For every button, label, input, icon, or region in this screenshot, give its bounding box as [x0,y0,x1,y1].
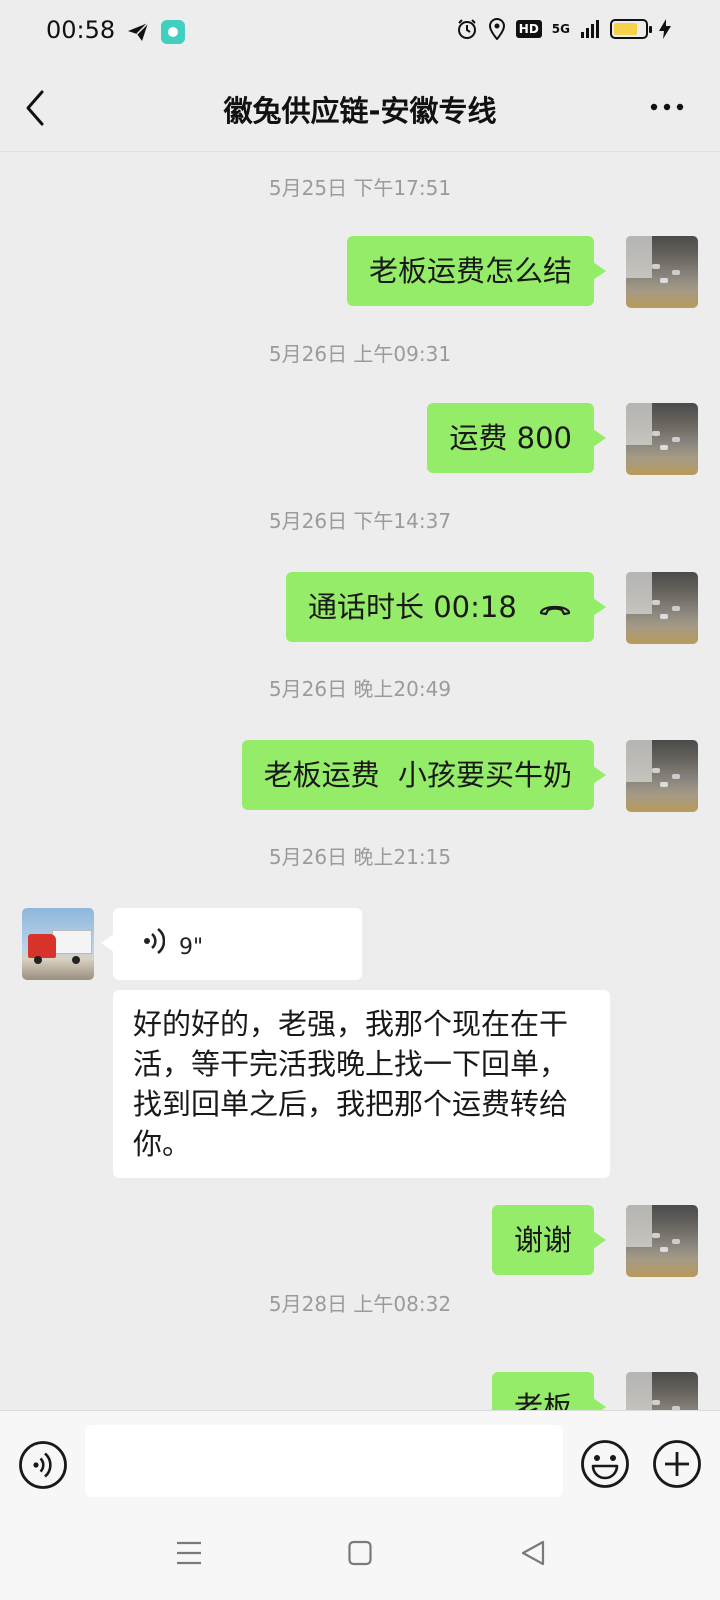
timestamp: 5月26日 上午09:31 [268,342,452,366]
transcript-bubble[interactable]: 好的好的，老强，我那个现在在干活，等干完活我晚上找一下回单，找到回单之后，我把那… [113,990,610,1178]
avatar-self[interactable] [626,1205,698,1277]
back-icon[interactable] [520,1540,546,1566]
status-time: 00:58 [46,16,116,44]
timestamp: 5月26日 下午14:37 [268,509,452,533]
truck-cab [28,934,56,958]
message-bubble[interactable]: 老板运费 小孩要买牛奶 [241,740,607,810]
avatar-contact[interactable] [22,908,94,980]
voice-icon[interactable] [18,1440,68,1490]
more-icon[interactable] [650,102,684,112]
call-duration: 通话时长 00:18 [307,590,517,624]
input-bar [0,1410,720,1518]
timestamp: 5月28日 上午08:32 [268,1292,452,1316]
chat-title: 徽兔供应链-安徽专线 [223,94,497,128]
signal-icon [581,20,599,38]
charging-icon [659,19,671,39]
message-input[interactable] [85,1425,563,1497]
home-icon[interactable] [348,1540,372,1566]
call-record-bubble[interactable]: 通话时长 00:18 [285,572,607,642]
voice-duration: 9" [179,935,204,960]
voice-message[interactable]: 9" [101,908,362,980]
avatar-self[interactable] [626,236,698,308]
message-bubble[interactable]: 运费 800 [427,403,606,473]
emoji-icon[interactable] [580,1439,630,1489]
send-icon [128,22,149,41]
status-indicators: HD 5G [456,18,672,40]
avatar-self[interactable] [626,1372,698,1410]
avatar-self[interactable] [626,740,698,812]
wheel [34,956,42,964]
location-icon [488,18,505,40]
truck-trailer [52,930,92,954]
message-bubble[interactable]: 谢谢 [491,1205,607,1275]
phone-hangup-icon [539,605,571,616]
timestamp: 5月25日 下午17:51 [268,176,452,200]
wheel [72,956,80,964]
status-bar: 00:58 HD 5G [0,0,720,64]
plus-icon[interactable] [652,1439,702,1489]
chat-area[interactable]: 5月25日 下午17:51 老板运费怎么结 5月26日 上午09:31 运费 8… [0,152,720,1410]
timestamp: 5月26日 晚上21:15 [268,845,452,869]
hd-badge: HD [515,20,542,38]
network-type: 5G [551,22,570,36]
message-bubble[interactable]: 老板 [491,1372,607,1410]
alarm-icon [457,19,476,39]
avatar-self[interactable] [626,403,698,475]
battery-icon [610,19,652,39]
navigation-bar [0,1518,720,1600]
avatar-self[interactable] [626,572,698,644]
title-bar: 徽兔供应链-安徽专线 [0,64,720,152]
voice-wave-icon [144,927,165,955]
battery-level [614,23,637,35]
menu-icon[interactable] [176,1540,202,1566]
message-bubble[interactable]: 老板运费怎么结 [346,236,607,306]
app-icon [161,20,185,44]
timestamp: 5月26日 晚上20:49 [268,677,452,701]
